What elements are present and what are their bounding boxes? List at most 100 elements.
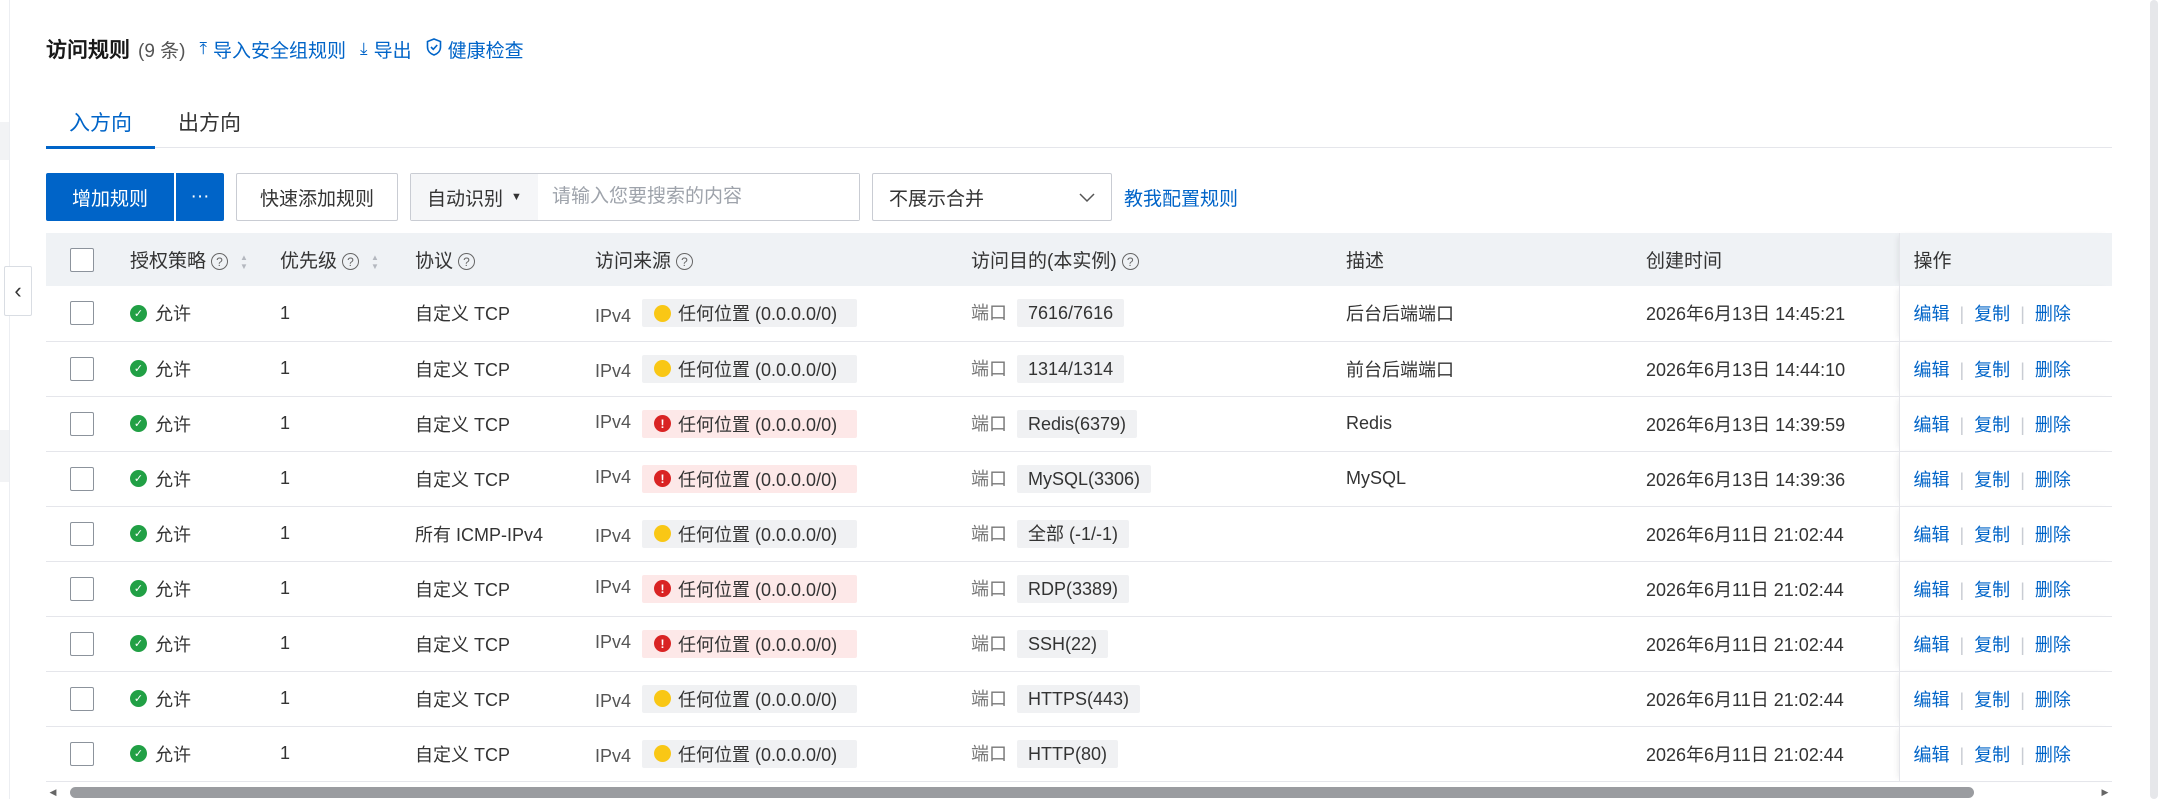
import-rules-link[interactable]: ⤒ 导入安全组规则 <box>200 36 347 63</box>
created-time-cell: 2026年6月11日 21:02:44 <box>1646 506 1899 562</box>
delete-link[interactable]: 删除 <box>2035 470 2071 490</box>
description-cell: Redis <box>1346 396 1646 452</box>
help-icon[interactable]: ? <box>342 253 360 271</box>
help-icon[interactable]: ? <box>458 253 476 271</box>
priority-cell: 1 <box>280 451 415 507</box>
vertical-scroll-thumb[interactable] <box>2150 0 2158 799</box>
policy-label: 允许 <box>155 744 191 765</box>
column-created-label: 创建时间 <box>1646 251 1723 272</box>
edit-link[interactable]: 编辑 <box>1914 525 1950 545</box>
row-checkbox[interactable] <box>70 411 94 436</box>
left-sidebar-edge <box>0 0 10 799</box>
horizontal-scroll-thumb[interactable] <box>70 787 1974 798</box>
toolbar: 增加规则 ··· 快速添加规则 自动识别 ▼ 不展示合并 教我配置规则 <box>46 173 1238 221</box>
table-row: ✓ 允许 1 所有 ICMP-IPv4 IPv4 任何位置 (0.0.0.0/0) 端口 全部… <box>46 506 2112 562</box>
download-icon: ⤓ <box>360 39 368 58</box>
help-icon[interactable]: ? <box>676 253 694 271</box>
source-tag: 任何位置 (0.0.0.0/0) <box>642 739 858 768</box>
copy-link[interactable]: 复制 <box>1974 635 2010 655</box>
row-checkbox[interactable] <box>70 521 94 546</box>
edit-link[interactable]: 编辑 <box>1914 304 1950 324</box>
horizontal-scroll-track[interactable] <box>60 787 2098 798</box>
separator: | <box>1959 304 1965 325</box>
table-row: ✓ 允许 1 自定义 TCP IPv4 任何位置 (0.0.0.0/0) 端口 HTTPS(4… <box>46 671 2112 727</box>
delete-link[interactable]: 删除 <box>2035 360 2071 380</box>
delete-link[interactable]: 删除 <box>2035 690 2071 710</box>
row-checkbox[interactable] <box>70 356 94 381</box>
table-row: ✓ 允许 1 自定义 TCP IPv4 任何位置 (0.0.0.0/0) 端口 HTTP(80… <box>46 726 2112 782</box>
edit-link[interactable]: 编辑 <box>1914 635 1950 655</box>
search-input[interactable] <box>537 174 860 220</box>
edit-link[interactable]: 编辑 <box>1914 690 1950 710</box>
quick-add-rule-button[interactable]: 快速添加规则 <box>236 173 399 221</box>
delete-link[interactable]: 删除 <box>2035 745 2071 765</box>
copy-link[interactable]: 复制 <box>1974 525 2010 545</box>
horizontal-scrollbar[interactable]: ◀ ▶ <box>46 786 2112 799</box>
health-check-link[interactable]: 健康检查 <box>426 36 524 63</box>
edit-link[interactable]: 编辑 <box>1914 415 1950 435</box>
copy-link[interactable]: 复制 <box>1974 304 2010 324</box>
sort-icon[interactable]: ▲ ▼ <box>371 253 379 271</box>
more-actions-button[interactable]: ··· <box>176 173 225 221</box>
vertical-scrollbar[interactable] <box>2146 0 2164 799</box>
copy-link[interactable]: 复制 <box>1974 470 2010 490</box>
help-icon[interactable]: ? <box>211 253 229 271</box>
scroll-left-icon[interactable]: ◀ <box>46 787 60 798</box>
scroll-right-icon[interactable]: ▶ <box>2098 787 2112 798</box>
delete-link[interactable]: 删除 <box>2035 304 2071 324</box>
collapse-sidebar-button[interactable]: ‹ <box>4 266 32 316</box>
delete-link[interactable]: 删除 <box>2035 635 2071 655</box>
edit-link[interactable]: 编辑 <box>1914 360 1950 380</box>
row-checkbox[interactable] <box>70 576 94 601</box>
description-cell <box>1346 506 1646 562</box>
rules-table: 授权策略? ▲ ▼ 优先级? ▲ ▼ 协议? 访问来源? 访问目的(本实例)? 描述 创… <box>46 233 2112 782</box>
danger-icon: ! <box>654 580 672 597</box>
edit-link[interactable]: 编辑 <box>1914 745 1950 765</box>
priority-cell: 1 <box>280 561 415 617</box>
search-mode-select[interactable]: 自动识别 ▼ <box>411 174 538 220</box>
add-rule-button[interactable]: 增加规则 <box>46 173 175 221</box>
port-label: 端口 <box>971 413 1007 434</box>
row-checkbox[interactable] <box>70 686 94 711</box>
select-all-checkbox[interactable] <box>70 247 94 272</box>
table-header-row: 授权策略? ▲ ▼ 优先级? ▲ ▼ 协议? 访问来源? 访问目的(本实例)? 描述 创… <box>46 233 2112 286</box>
edit-link[interactable]: 编辑 <box>1914 470 1950 490</box>
port-tag: HTTP(80) <box>1017 739 1119 768</box>
copy-link[interactable]: 复制 <box>1974 745 2010 765</box>
teach-config-link[interactable]: 教我配置规则 <box>1124 184 1238 211</box>
danger-icon: ! <box>654 635 672 652</box>
tab-outbound[interactable]: 出方向 <box>155 104 264 148</box>
copy-link[interactable]: 复制 <box>1974 415 2010 435</box>
source-label: 任何位置 (0.0.0.0/0) <box>678 524 838 545</box>
port-tag: 7616/7616 <box>1017 299 1125 328</box>
column-ops: 操作 <box>1898 233 2112 286</box>
edit-link[interactable]: 编辑 <box>1914 580 1950 600</box>
delete-link[interactable]: 删除 <box>2035 415 2071 435</box>
source-label: 任何位置 (0.0.0.0/0) <box>678 414 838 435</box>
row-checkbox[interactable] <box>70 301 94 326</box>
sidebar-stub <box>0 430 9 482</box>
caret-down-icon: ▼ <box>511 191 522 203</box>
copy-link[interactable]: 复制 <box>1974 360 2010 380</box>
tab-inbound[interactable]: 入方向 <box>46 104 155 149</box>
port-label: 端口 <box>971 303 1007 324</box>
direction-tabs: 入方向 出方向 <box>46 104 2112 149</box>
merge-display-select[interactable]: 不展示合并 <box>872 173 1113 221</box>
delete-link[interactable]: 删除 <box>2035 580 2071 600</box>
column-dest-label: 访问目的(本实例) <box>971 251 1117 272</box>
created-time-cell: 2026年6月11日 21:02:44 <box>1646 726 1899 782</box>
column-source: 访问来源? <box>595 233 971 286</box>
separator: | <box>1959 524 1965 545</box>
row-checkbox[interactable] <box>70 466 94 491</box>
column-ops-label: 操作 <box>1913 251 1952 272</box>
delete-link[interactable]: 删除 <box>2035 525 2071 545</box>
separator: | <box>2020 689 2025 710</box>
row-checkbox[interactable] <box>70 741 94 766</box>
table-row: ✓ 允许 1 自定义 TCP IPv4! 任何位置 (0.0.0.0/0) 端口 SSH(22… <box>46 616 2112 672</box>
help-icon[interactable]: ? <box>1121 253 1139 271</box>
export-link[interactable]: ⤓ 导出 <box>360 36 412 63</box>
sort-icon[interactable]: ▲ ▼ <box>240 253 248 271</box>
copy-link[interactable]: 复制 <box>1974 690 2010 710</box>
row-checkbox[interactable] <box>70 631 94 656</box>
copy-link[interactable]: 复制 <box>1974 580 2010 600</box>
